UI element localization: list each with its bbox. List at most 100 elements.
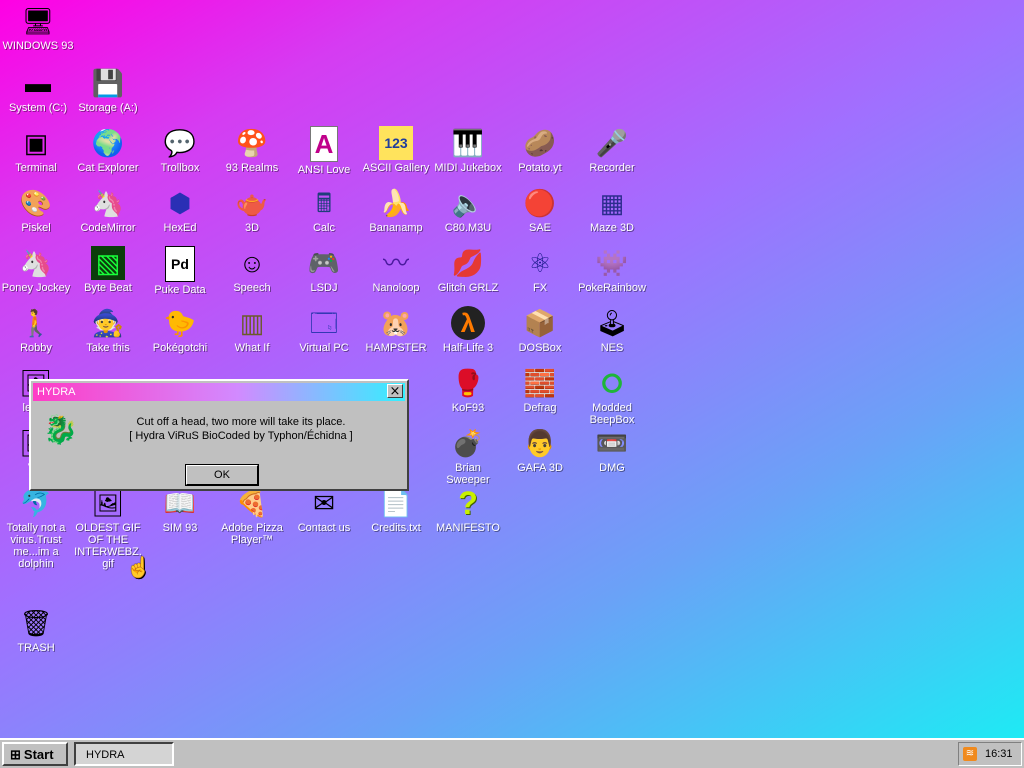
desktop-icon-cat-explorer[interactable]: 🌍 Cat Explorer — [72, 126, 144, 174]
chat-bubble-icon: 💬 — [163, 128, 197, 158]
icon-label: Modded BeepBox — [589, 402, 635, 426]
box-icon: 📦 — [523, 308, 557, 338]
recycle-bin-icon: 🗑 — [19, 608, 53, 638]
desktop-icon-nes[interactable]: 🕹 NES — [576, 306, 648, 354]
icon-label: System (C:) — [8, 102, 68, 114]
desktop-icon-hexed[interactable]: ⬢ HexEd — [144, 186, 216, 234]
desktop-icon-credits-txt[interactable]: 📄 Credits.txt — [360, 486, 432, 534]
palette-icon: 🎨 — [19, 188, 53, 218]
desktop-icon-storage-a[interactable]: 💾 Storage (A:) — [72, 66, 144, 114]
desktop-icon-ansi-love[interactable]: A ANSI Love — [288, 126, 360, 176]
desktop-icon-puke-data[interactable]: Pd Puke Data — [144, 246, 216, 296]
desktop-icon-hampster[interactable]: 🐹 HAMPSTER — [360, 306, 432, 354]
desktop-icon-trollbox[interactable]: 💬 Trollbox — [144, 126, 216, 174]
desktop-icon-fx[interactable]: ⚛ FX — [504, 246, 576, 294]
desktop-icon-defrag[interactable]: 🧱 Defrag — [504, 366, 576, 414]
loop-icon: 〰 — [382, 248, 409, 278]
desktop-icon-half-life-3[interactable]: λ Half-Life 3 — [432, 306, 504, 354]
clock[interactable]: 16:31 — [985, 743, 1013, 765]
icon-label: DOSBox — [518, 342, 562, 354]
desktop-icon-trash[interactable]: 🗑 TRASH — [0, 606, 72, 654]
close-button[interactable]: × — [387, 384, 403, 398]
desktop-icon-ascii-gallery[interactable]: 123 ASCII Gallery — [360, 126, 432, 174]
dialog-titlebar[interactable]: HYDRA × — [33, 383, 405, 401]
doom-face-icon: 👨 — [523, 428, 557, 458]
desktop-icon-poney-jockey[interactable]: 🦄 Poney Jockey — [0, 246, 72, 294]
desktop-icon-terminal[interactable]: ▣ Terminal — [0, 126, 72, 174]
icon-label: HexEd — [163, 222, 197, 234]
icon-label: SIM 93 — [162, 522, 198, 534]
icon-label: Piskel — [21, 222, 51, 234]
start-button[interactable]: ⊞ Start — [2, 742, 68, 766]
desktop-icon-system-c[interactable]: ▬ System (C:) — [2, 66, 74, 114]
ok-button[interactable]: OK — [185, 464, 259, 486]
taskbar-item-hydra[interactable]: HYDRA — [74, 742, 174, 766]
desktop-icon-sae[interactable]: 🔴 SAE — [504, 186, 576, 234]
desktop-icon-kof93[interactable]: 🥊 KoF93 — [432, 366, 504, 414]
desktop-icon-calc[interactable]: 🖩 Calc — [288, 186, 360, 234]
desktop-icon-gafa-3d[interactable]: 👨 GAFA 3D — [504, 426, 576, 474]
rss-icon[interactable]: ≋ — [963, 747, 977, 761]
desktop-icon-totally-not-a-virus[interactable]: 🐬 Totally not a virus.Trust me...im a do… — [0, 486, 72, 570]
desktop-icon-maze-3d[interactable]: ▦ Maze 3D — [576, 186, 648, 234]
icon-label: Brian Sweeper — [446, 462, 490, 486]
icon-label: Recorder — [589, 162, 635, 174]
drive-icon: ▬ — [25, 68, 51, 98]
desktop-icon-robby[interactable]: 🚶 Robby — [0, 306, 72, 354]
unicorn-icon: 🦄 — [91, 188, 125, 218]
desktop-icon-c80-m3u[interactable]: 🔈 C80.M3U — [432, 186, 504, 234]
desktop-icon-nanoloop[interactable]: 〰 Nanoloop — [360, 246, 432, 294]
desktop-icon-byte-beat[interactable]: ▧ Byte Beat — [72, 246, 144, 294]
desktop-icon-3d[interactable]: 🫖 3D — [216, 186, 288, 234]
desktop-icon-contact-us[interactable]: ✉ Contact us — [288, 486, 360, 534]
calculator-icon: 🖩 — [316, 188, 332, 218]
desktop-icon-sim-93[interactable]: 📖 SIM 93 — [144, 486, 216, 534]
desktop-icon-manifesto[interactable]: ? MANIFESTO — [432, 486, 504, 534]
desktop-icon-speech[interactable]: ☺ Speech — [216, 246, 288, 294]
desktop-icon-potato-yt[interactable]: 🥔 Potato.yt — [504, 126, 576, 174]
desktop-icon-lsdj[interactable]: 🎮 LSDJ — [288, 246, 360, 294]
icon-label: Half-Life 3 — [442, 342, 494, 354]
icon-label: CodeMirror — [80, 222, 136, 234]
desktop-icon-virtual-pc[interactable]: 🗔 Virtual PC — [288, 306, 360, 354]
desktop-icon-brian-sweeper[interactable]: 💣 Brian Sweeper — [432, 426, 504, 486]
icon-label: LSDJ — [310, 282, 338, 294]
desktop-icon-bananamp[interactable]: 🍌 Bananamp — [360, 186, 432, 234]
maze-icon: ▦ — [599, 188, 625, 218]
desktop-icon-pokerainbow[interactable]: 👾 PokeRainbow — [576, 246, 648, 294]
desktop-icon-codemirror[interactable]: 🦄 CodeMirror — [72, 186, 144, 234]
icon-label: ANSI Love — [297, 164, 351, 176]
desktop-icon-dmg[interactable]: 📼 DMG — [576, 426, 648, 474]
desktop-icon-take-this[interactable]: 🧙 Take this — [72, 306, 144, 354]
desktop-icon-windows-93[interactable]: 🖥 WINDOWS 93 — [2, 4, 74, 52]
icon-label: Virtual PC — [299, 342, 349, 354]
hydra-dragon-icon: 🐉 — [43, 414, 78, 445]
desktop-icon-adobe-pizza[interactable]: 🍕 Adobe Pizza Player™ — [216, 486, 288, 546]
icon-label: HAMPSTER — [365, 342, 427, 354]
desktop-icon-what-if[interactable]: ▥ What If — [216, 306, 288, 354]
desktop-icon-pokegotchi[interactable]: 🐤 Pokégotchi — [144, 306, 216, 354]
icon-label: ASCII Gallery — [362, 162, 430, 174]
desktop-icon-modded-beepbox[interactable]: ⭘ Modded BeepBox — [576, 366, 648, 426]
hex-cube-icon: ⬢ — [168, 188, 192, 218]
mushroom-icon: 🍄 — [235, 128, 269, 158]
speaker-icon: 🔈 — [451, 188, 485, 218]
creature-icon: 🐤 — [163, 308, 197, 338]
dialog-message-line-2: [ Hydra ViRuS BioCoded by Typhon/Échidna… — [129, 430, 353, 442]
desktop-icon-piskel[interactable]: 🎨 Piskel — [0, 186, 72, 234]
pizza-icon: 🍕 — [235, 488, 269, 518]
hamster-icon: 🐹 — [379, 308, 413, 338]
dialog-message: Cut off a head, two more will take its p… — [91, 415, 391, 443]
lips-icon: 💋 — [451, 248, 485, 278]
icon-label: Defrag — [523, 402, 557, 414]
desktop-icon-recorder[interactable]: 🎤 Recorder — [576, 126, 648, 174]
desktop-icon-dosbox[interactable]: 📦 DOSBox — [504, 306, 576, 354]
icon-label: Robby — [20, 342, 52, 354]
desktop-icon-glitch-grlz[interactable]: 💋 Glitch GRLZ — [432, 246, 504, 294]
checkered-ball-icon: 🔴 — [523, 188, 557, 218]
gameboy-icon: 🎮 — [307, 248, 341, 278]
desktop-icon-93-realms[interactable]: 🍄 93 Realms — [216, 126, 288, 174]
icon-label: Byte Beat — [84, 282, 132, 294]
piano-icon: 🎹 — [451, 128, 485, 158]
desktop-icon-midi-jukebox[interactable]: 🎹 MIDI Jukebox — [432, 126, 504, 174]
